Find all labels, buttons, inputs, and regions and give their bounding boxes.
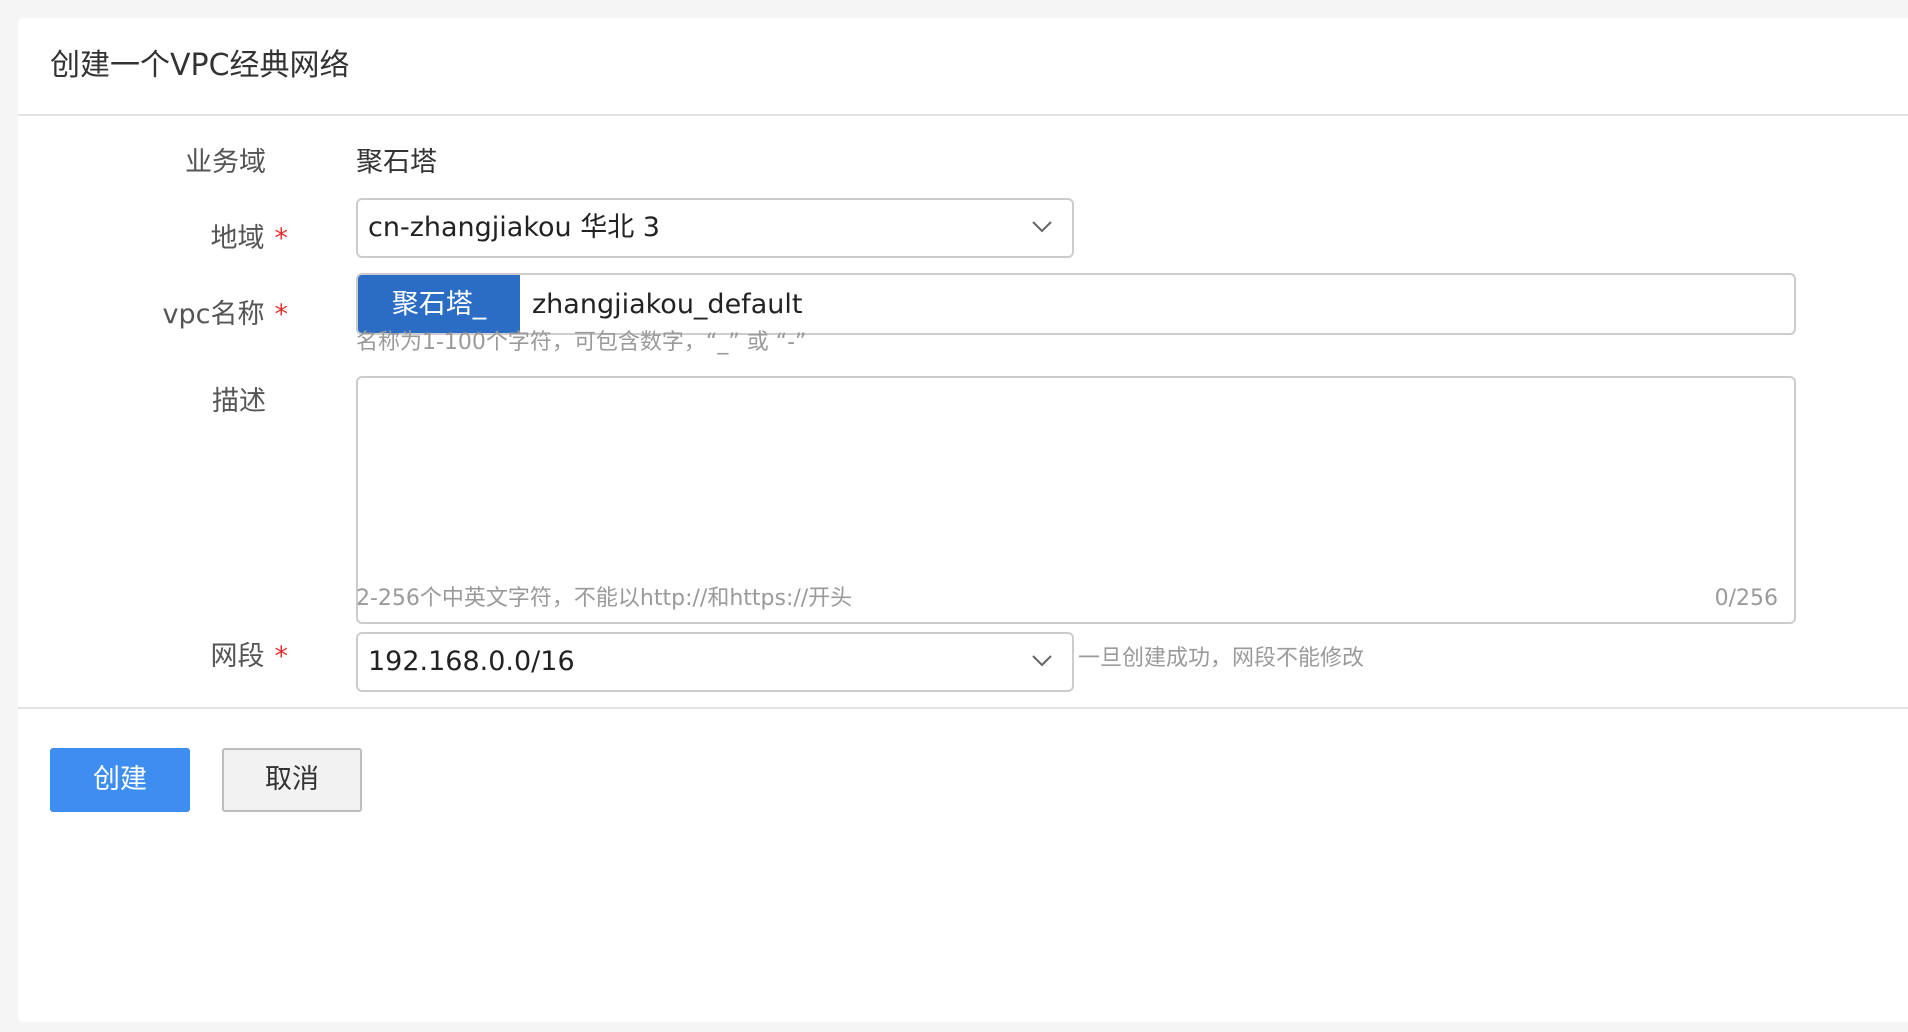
dialog-title: 创建一个VPC经典网络	[50, 48, 350, 83]
vpc-name-label-text: vpc名称	[162, 299, 265, 330]
dialog-header: 创建一个VPC经典网络	[18, 18, 1908, 116]
vpc-name-input[interactable]	[520, 275, 1794, 333]
chevron-down-icon	[1032, 221, 1052, 233]
description-char-count: 0/256	[1714, 586, 1778, 611]
cidr-select[interactable]: 192.168.0.0/16	[356, 632, 1074, 692]
description-label: 描述	[18, 384, 266, 420]
required-mark: *	[274, 223, 289, 254]
region-select-value: cn-zhangjiakou 华北 3	[368, 212, 660, 243]
business-domain-label: 业务域	[18, 145, 266, 181]
region-label: 地域 *	[18, 221, 289, 257]
vpc-name-label: vpc名称 *	[18, 297, 288, 333]
business-domain-value: 聚石塔	[356, 147, 437, 178]
cidr-side-hint: 一旦创建成功，网段不能修改	[1078, 646, 1365, 671]
required-mark: *	[274, 641, 289, 672]
cidr-label-text: 网段	[210, 641, 265, 672]
description-hint: 2-256个中英文字符，不能以http://和https://开头	[356, 586, 853, 611]
vpc-name-prefix: 聚石塔_	[358, 275, 520, 333]
footer-divider	[18, 707, 1908, 709]
create-vpc-dialog: 创建一个VPC经典网络 业务域 聚石塔 地域 * cn-zhangjiakou 华…	[18, 18, 1908, 1022]
region-label-text: 地域	[210, 223, 265, 254]
region-select[interactable]: cn-zhangjiakou 华北 3	[356, 198, 1074, 258]
vpc-name-hint: 名称为1-100个字符，可包含数字，“_” 或 “-”	[356, 330, 807, 355]
cidr-label: 网段 *	[18, 639, 289, 675]
vpc-name-input-group: 聚石塔_	[356, 273, 1796, 335]
cidr-select-value: 192.168.0.0/16	[368, 646, 575, 677]
create-button[interactable]: 创建	[50, 748, 190, 812]
cancel-button[interactable]: 取消	[222, 748, 362, 812]
chevron-down-icon	[1032, 655, 1052, 667]
required-mark: *	[274, 299, 289, 330]
description-label-text: 描述	[212, 386, 266, 417]
business-domain-label-text: 业务域	[185, 147, 266, 178]
